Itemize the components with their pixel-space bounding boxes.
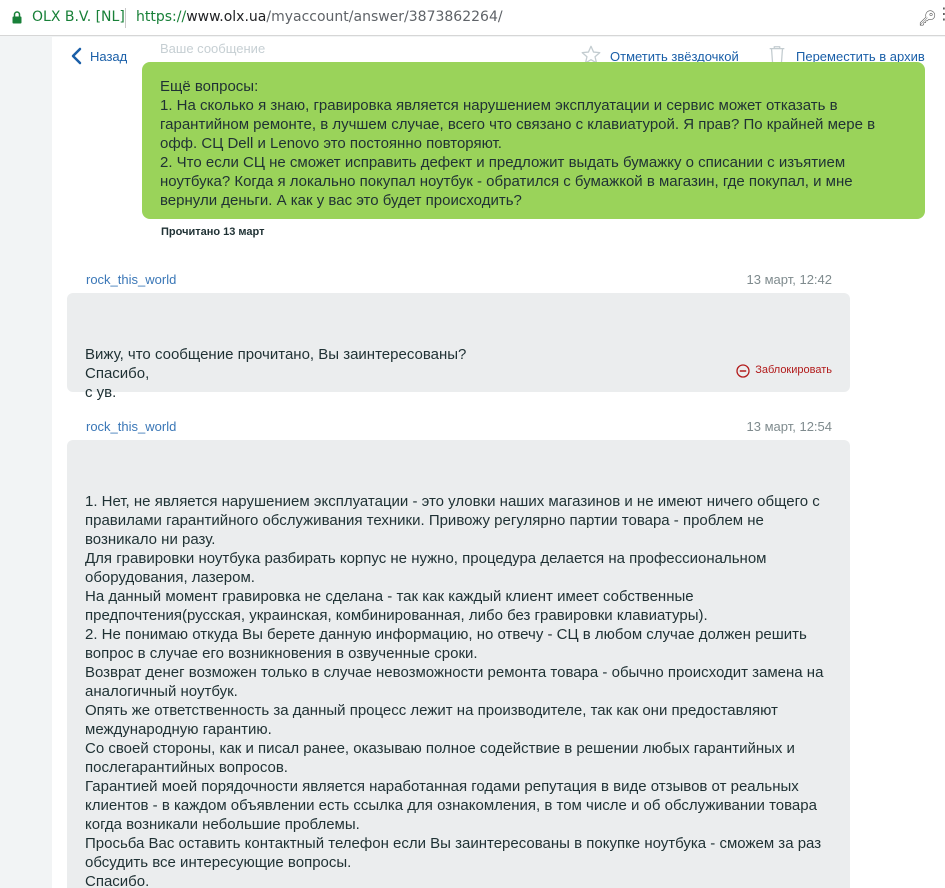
message-time: 13 март, 12:54	[746, 419, 832, 434]
read-status: Прочитано 13 март	[161, 226, 265, 238]
back-label: Назад	[90, 48, 128, 64]
faded-title: Ваше сообщение	[160, 41, 266, 56]
message-time: 13 март, 12:42	[746, 272, 832, 287]
block-icon	[736, 363, 750, 378]
message-sender[interactable]: rock_this_world	[86, 419, 176, 434]
message-text: 1. Нет, не является нарушением эксплуата…	[85, 493, 824, 888]
lock-icon	[12, 11, 22, 24]
message-bubble: Вижу, что сообщение прочитано, Вы заинте…	[67, 293, 850, 401]
url-scheme: https://	[136, 9, 187, 25]
own-message-bubble: Ещё вопросы: 1. На сколько я знаю, грави…	[142, 62, 925, 219]
url-text[interactable]: https://www.olx.ua/myaccount/answer/3873…	[136, 9, 503, 25]
back-button[interactable]: Назад	[70, 47, 127, 65]
block-label: Заблокировать	[755, 364, 832, 376]
message-sender[interactable]: rock_this_world	[86, 272, 176, 287]
site-identity[interactable]: OLX B.V. [NL]	[32, 9, 125, 25]
message-bubble: 1. Нет, не является нарушением эксплуата…	[67, 440, 850, 888]
url-path: /myaccount/answer/3873862264/	[266, 9, 503, 25]
url-host: www.olx.ua	[186, 9, 267, 25]
block-button[interactable]: Заблокировать	[736, 361, 832, 380]
chevron-left-icon	[71, 47, 82, 65]
more-icon[interactable]: ⋮	[936, 7, 945, 23]
message-text: Вижу, что сообщение прочитано, Вы заинте…	[85, 346, 467, 401]
address-divider	[125, 8, 126, 28]
address-bar[interactable]: OLX B.V. [NL] https://www.olx.ua/myaccou…	[0, 0, 945, 36]
key-icon[interactable]: 🔑︎	[918, 9, 937, 27]
